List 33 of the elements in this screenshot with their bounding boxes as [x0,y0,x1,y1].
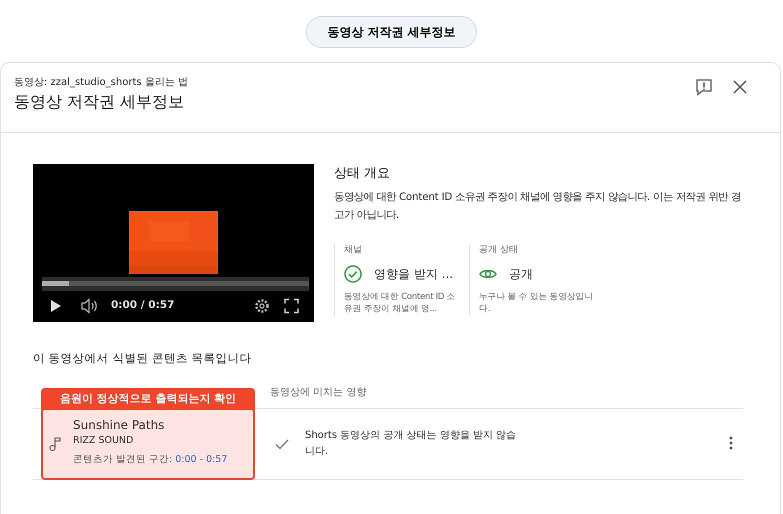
column-header: 동영상에 미치는 영향 [270,386,366,400]
status-label: 공개 상태 [479,244,519,257]
check-circle-icon [344,265,362,284]
fullscreen-icon[interactable] [284,298,299,314]
status-note: 누구나 볼 수 있는 동영상입니다. [479,291,594,316]
status-value: 공개 [509,266,533,284]
impact-text: Shorts 동영상의 공개 상태는 영향을 받지 않습니다. [305,429,518,460]
status-label: 채널 [344,244,363,257]
more-button[interactable] [729,436,735,452]
status-heading: 상태 개요 [334,165,392,183]
settings-icon[interactable] [254,298,270,314]
close-icon [732,79,748,95]
content-artist: RIZZ SOUND [73,434,134,448]
feedback-icon [696,79,712,96]
content-range: 콘텐츠가 발견된 구간: 0:00 - 0:57 [73,452,228,466]
volume-icon[interactable] [81,298,99,314]
music-note-icon [49,436,61,452]
status-description: 동영상에 대한 Content ID 소유권 주장이 채널에 영향을 주지 않습니다. 이는 저작권 위반 경고가 아닙니다. [334,190,742,223]
dialog-title: 동영상 저작권 세부정보 [14,91,186,113]
copyright-details-button[interactable]: 동영상 저작권 세부정보 [306,16,477,48]
dialog-subtitle: 동영상: zzal_studio_shorts 올리는 법 [14,76,188,90]
video-player[interactable]: 0:00 / 0:57 [33,164,314,322]
status-value: 영향을 받지 ... [374,266,454,284]
content-heading: 이 동영상에서 식별된 콘텐츠 목록입니다 [33,350,253,367]
progress-track[interactable] [42,277,309,291]
play-icon[interactable] [50,298,62,314]
eye-icon [479,268,497,280]
annotation-label: 음원이 정상적으로 출력되는지 확인 [41,388,255,410]
status-note: 동영상에 대한 Content ID 소유권 주장이 채널에 영... [344,291,456,316]
check-icon [275,438,289,450]
content-title: Sunshine Paths [73,417,166,434]
video-time: 0:00 / 0:57 [111,298,174,313]
more-icon [729,436,733,450]
